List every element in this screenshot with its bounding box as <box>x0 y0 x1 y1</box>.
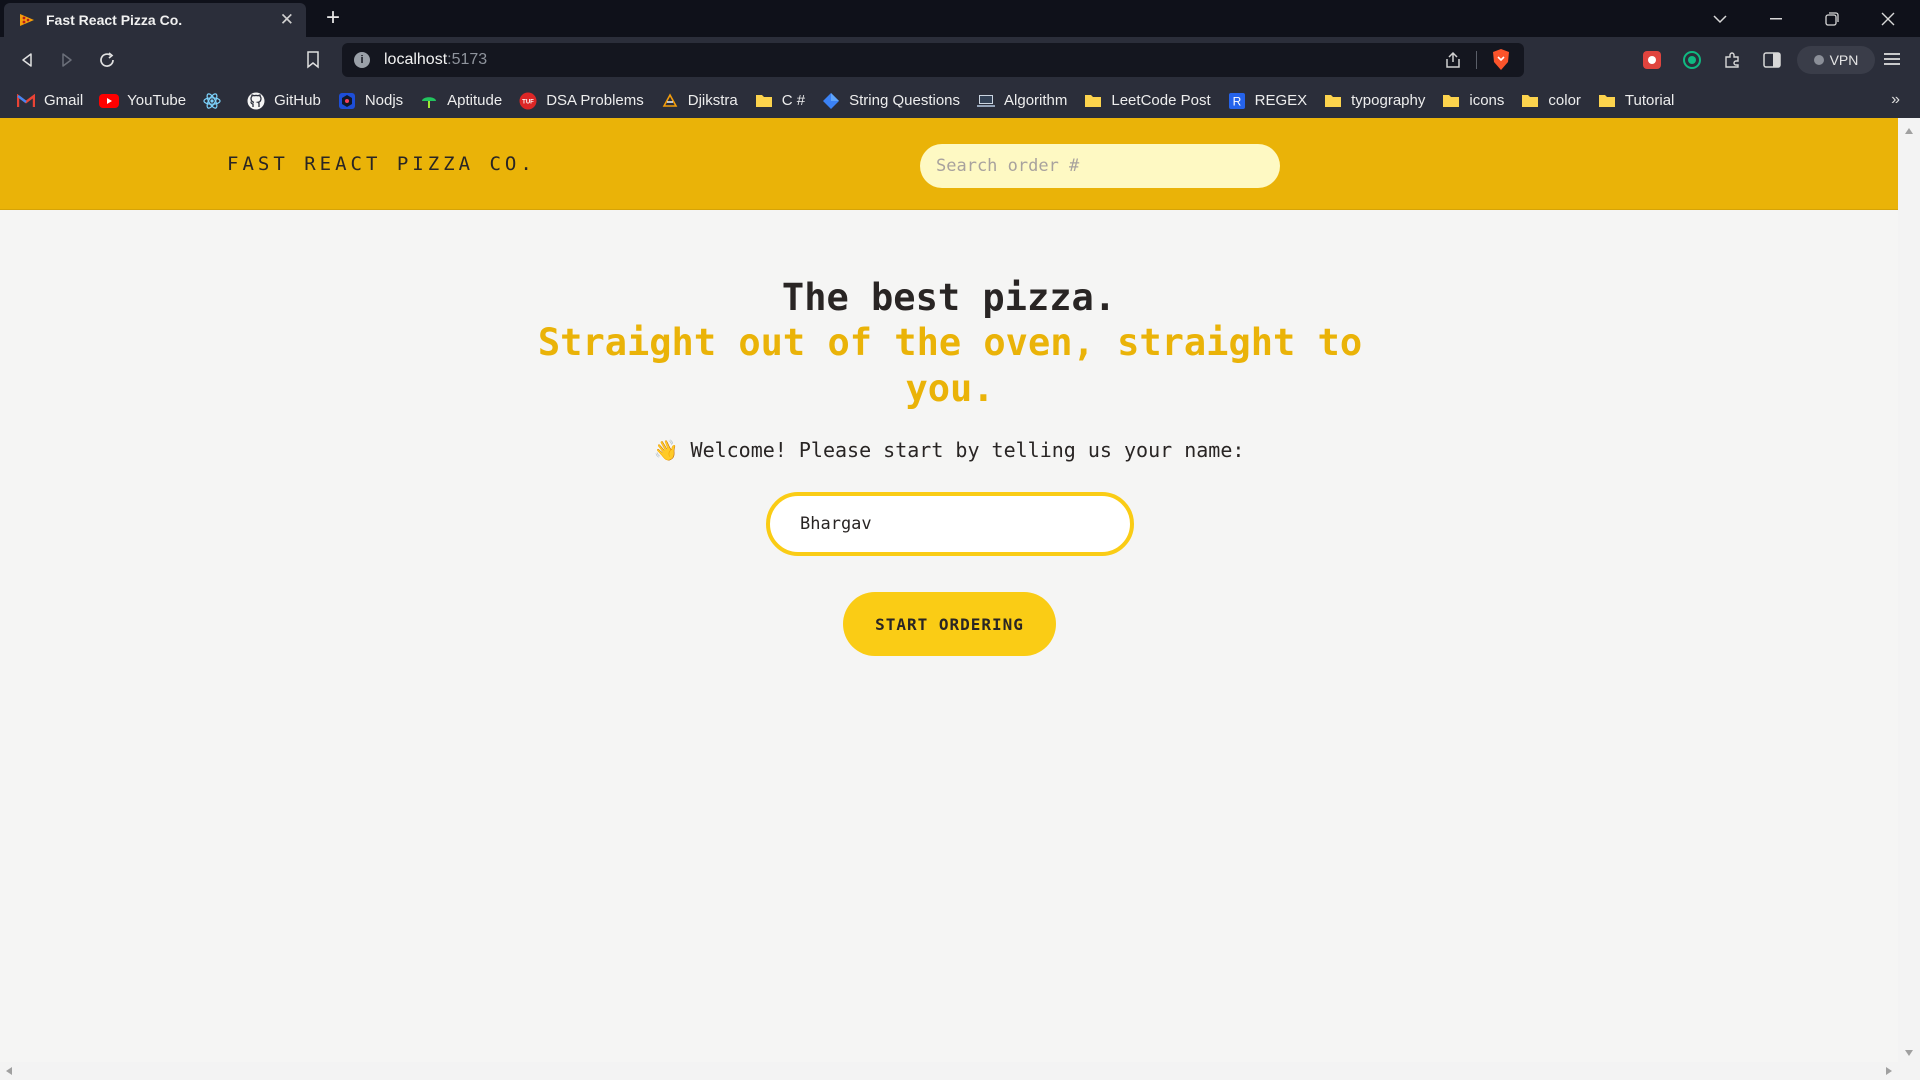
subheadline: Straight out of the oven, straight to yo… <box>537 321 1363 410</box>
vpn-button[interactable]: VPN <box>1797 46 1875 74</box>
app-header: FAST REACT PIZZA CO. <box>0 118 1898 210</box>
bookmark-color[interactable]: color <box>1520 91 1581 111</box>
svg-text:R: R <box>1232 94 1241 108</box>
bookmark-typography[interactable]: typography <box>1323 91 1425 111</box>
scroll-up-icon[interactable] <box>1905 128 1913 134</box>
tuf-icon: TUF <box>518 91 538 111</box>
horizontal-scrollbar[interactable] <box>0 1062 1920 1080</box>
vertical-scrollbar[interactable] <box>1898 118 1920 1062</box>
djikstra-icon <box>660 91 680 111</box>
laptop-icon <box>976 91 996 111</box>
vpn-label: VPN <box>1829 52 1859 68</box>
regex-icon: R <box>1227 91 1247 111</box>
restore-icon[interactable] <box>1804 0 1860 37</box>
folder-icon <box>1323 91 1343 111</box>
scroll-down-icon[interactable] <box>1905 1050 1913 1056</box>
bookmark-csharp[interactable]: C # <box>754 91 805 111</box>
bookmark-icon[interactable] <box>298 45 328 75</box>
forward-icon[interactable] <box>52 45 82 75</box>
bookmark-string-questions[interactable]: String Questions <box>821 91 960 111</box>
page-viewport: FAST REACT PIZZA CO. The best pizza. Str… <box>0 118 1920 1080</box>
extensions-puzzle-icon[interactable] <box>1721 49 1743 71</box>
logo-link[interactable]: FAST REACT PIZZA CO. <box>227 153 536 175</box>
folder-icon <box>754 91 774 111</box>
headline: The best pizza. <box>781 276 1117 319</box>
bookmark-algorithm[interactable]: Algorithm <box>976 91 1067 111</box>
brave-shields-icon[interactable] <box>1491 48 1511 76</box>
menu-icon[interactable] <box>1882 49 1902 74</box>
tab-search-icon[interactable] <box>1692 0 1748 37</box>
bookmarks-bar: Gmail YouTube GitHub Nodjs Aptitude TUF … <box>0 83 1920 118</box>
browser-toolbar: i localhost:5173 VPN <box>0 37 1920 83</box>
browser-tab[interactable]: Fast React Pizza Co. ✕ <box>4 3 306 37</box>
svg-text:TUF: TUF <box>522 99 534 105</box>
aptitude-icon <box>419 91 439 111</box>
folder-icon <box>1441 91 1461 111</box>
bookmark-gmail[interactable]: Gmail <box>16 91 83 111</box>
start-ordering-button[interactable]: START ORDERING <box>843 592 1056 656</box>
name-input[interactable] <box>766 492 1134 556</box>
scroll-left-icon[interactable] <box>6 1067 12 1075</box>
extension-green-icon[interactable] <box>1681 49 1703 71</box>
bookmark-dsa-problems[interactable]: TUF DSA Problems <box>518 91 644 111</box>
share-icon[interactable] <box>1444 51 1462 74</box>
scroll-right-icon[interactable] <box>1886 1067 1892 1075</box>
bookmark-github[interactable]: GitHub <box>246 91 321 111</box>
search-order-input[interactable] <box>920 144 1280 188</box>
toolbar-divider <box>1476 51 1477 69</box>
new-tab-icon[interactable]: + <box>320 5 346 31</box>
close-window-icon[interactable] <box>1860 0 1916 37</box>
folder-icon <box>1597 91 1617 111</box>
address-bar[interactable]: i localhost:5173 <box>342 43 1524 77</box>
folder-icon <box>1083 91 1103 111</box>
sidebar-icon[interactable] <box>1761 49 1783 71</box>
bookmark-nodjs[interactable]: Nodjs <box>337 91 403 111</box>
back-icon[interactable] <box>12 45 42 75</box>
diamond-icon <box>821 91 841 111</box>
bookmark-aptitude[interactable]: Aptitude <box>419 91 502 111</box>
welcome-message: 👋 Welcome! Please start by telling us yo… <box>653 438 1245 462</box>
extension-red-icon[interactable] <box>1641 49 1663 71</box>
gmail-icon <box>16 91 36 111</box>
reload-icon[interactable] <box>92 45 122 75</box>
bookmark-djikstra[interactable]: Djikstra <box>660 91 738 111</box>
tab-title: Fast React Pizza Co. <box>46 12 183 28</box>
bookmark-youtube[interactable]: YouTube <box>99 91 186 111</box>
bookmark-regex[interactable]: R REGEX <box>1227 91 1307 111</box>
minimize-icon[interactable] <box>1748 0 1804 37</box>
bookmark-leetcode-post[interactable]: LeetCode Post <box>1083 91 1211 111</box>
bookmark-icons[interactable]: icons <box>1441 91 1504 111</box>
url-port: :5173 <box>447 51 488 68</box>
site-info-icon[interactable]: i <box>354 52 370 68</box>
url-host: localhost <box>384 51 448 68</box>
youtube-icon <box>99 91 120 111</box>
tab-close-icon[interactable]: ✕ <box>280 10 294 30</box>
bookmarks-overflow-icon[interactable]: » <box>1891 91 1900 109</box>
pizza-favicon-icon <box>20 14 34 26</box>
github-icon <box>246 91 266 111</box>
browser-titlebar: Fast React Pizza Co. ✕ + <box>0 0 1920 37</box>
bookmark-react[interactable] <box>202 91 230 111</box>
react-icon <box>202 91 222 111</box>
nodejs-icon <box>337 91 357 111</box>
bookmark-tutorial[interactable]: Tutorial <box>1597 91 1674 111</box>
folder-icon <box>1520 91 1540 111</box>
vpn-status-icon <box>1813 55 1824 65</box>
